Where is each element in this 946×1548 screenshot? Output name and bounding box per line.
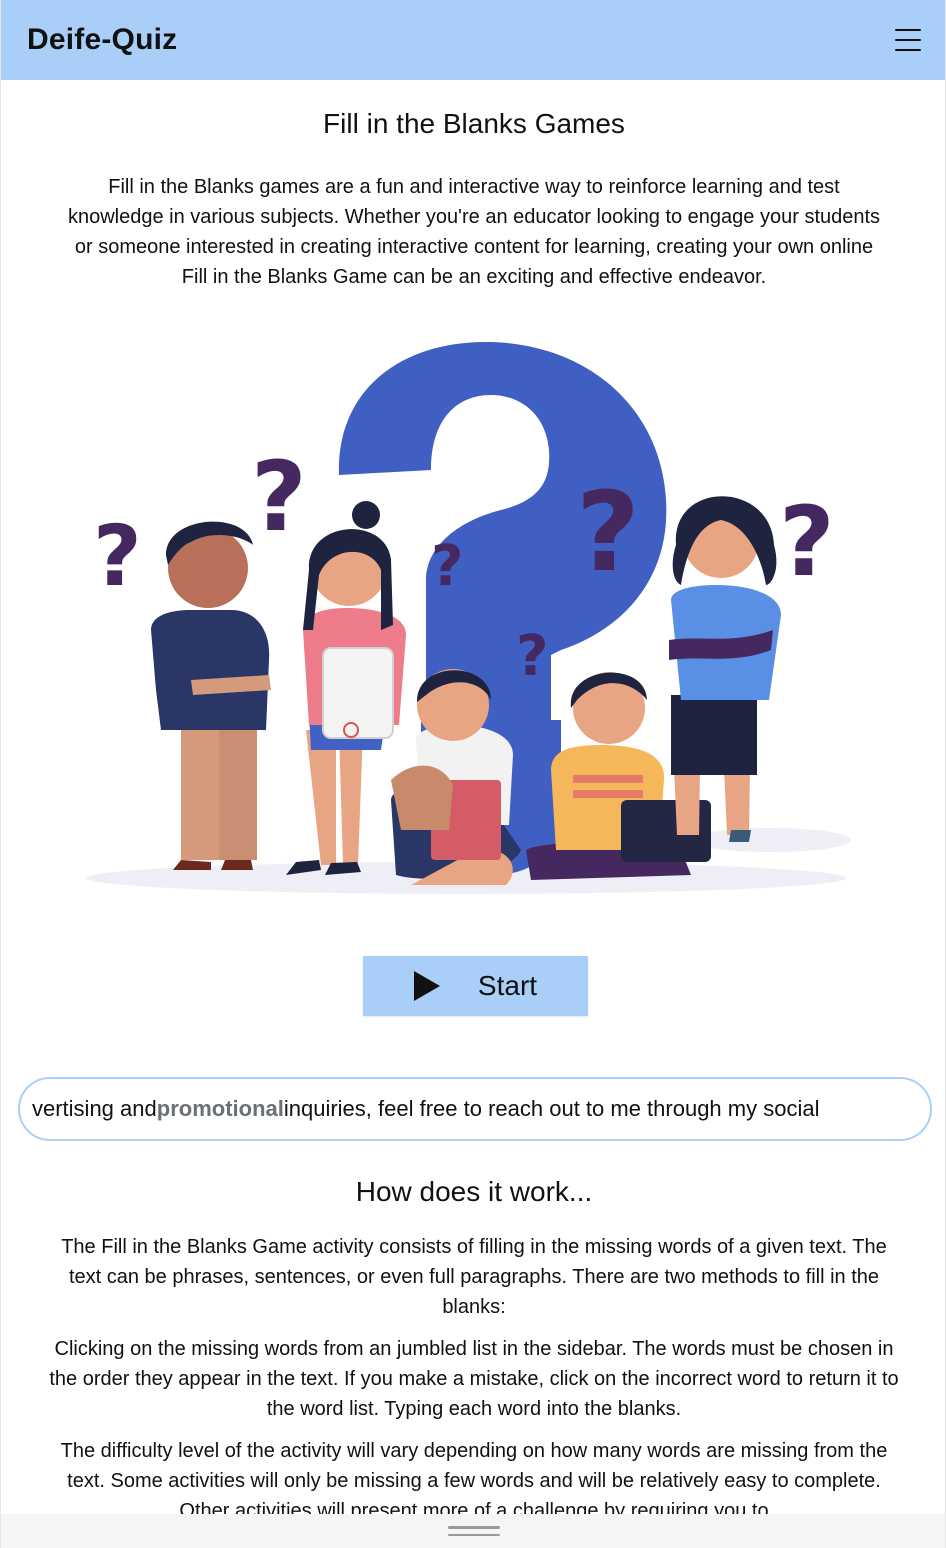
- girl-pink-shirt: [286, 501, 406, 875]
- navbar: Deife-Quiz: [1, 0, 945, 80]
- question-mark-icon: ?: [779, 486, 835, 598]
- brand-logo[interactable]: Deife-Quiz: [27, 23, 177, 57]
- scrolling-announcement[interactable]: vertising and promotional inquiries, fee…: [18, 1077, 932, 1141]
- question-mark-icon: ?: [93, 507, 142, 605]
- girl-blue-shirt: [669, 496, 781, 842]
- question-mark-icon: ?: [576, 468, 640, 596]
- marquee-highlight: promotional: [156, 1096, 284, 1121]
- grab-handle-icon[interactable]: [448, 1526, 500, 1536]
- how-paragraph-2: Clicking on the missing words from an ju…: [49, 1338, 899, 1420]
- page-title: Fill in the Blanks Games: [323, 108, 625, 139]
- how-paragraph-1: The Fill in the Blanks Game activity con…: [61, 1236, 887, 1318]
- start-button[interactable]: Start: [363, 956, 588, 1016]
- hamburger-menu-icon[interactable]: [895, 29, 921, 51]
- hero-illustration: ? ? ? ? ? ?: [86, 341, 851, 894]
- question-mark-icon: ?: [251, 441, 307, 553]
- boy-navy-shirt: [151, 521, 271, 870]
- intro-paragraph: Fill in the Blanks games are a fun and i…: [67, 176, 881, 288]
- bottom-sheet-bar: [1, 1514, 945, 1548]
- how-it-works-body: The Fill in the Blanks Game activity con…: [47, 1232, 901, 1538]
- question-mark-icon: ?: [516, 624, 548, 689]
- marquee-text-after: inquiries, feel free to reach out to me …: [283, 1096, 820, 1121]
- marquee-text-before: vertising and: [32, 1096, 157, 1121]
- start-button-label: Start: [477, 970, 538, 1001]
- question-mark-icon: ?: [431, 534, 463, 599]
- section-title-how-it-works: How does it work...: [355, 1176, 593, 1207]
- how-paragraph-3: The difficulty level of the activity wil…: [60, 1440, 888, 1522]
- play-icon: [413, 971, 440, 1001]
- page: Deife-Quiz Fill in the Blanks Games Fill…: [0, 0, 946, 1548]
